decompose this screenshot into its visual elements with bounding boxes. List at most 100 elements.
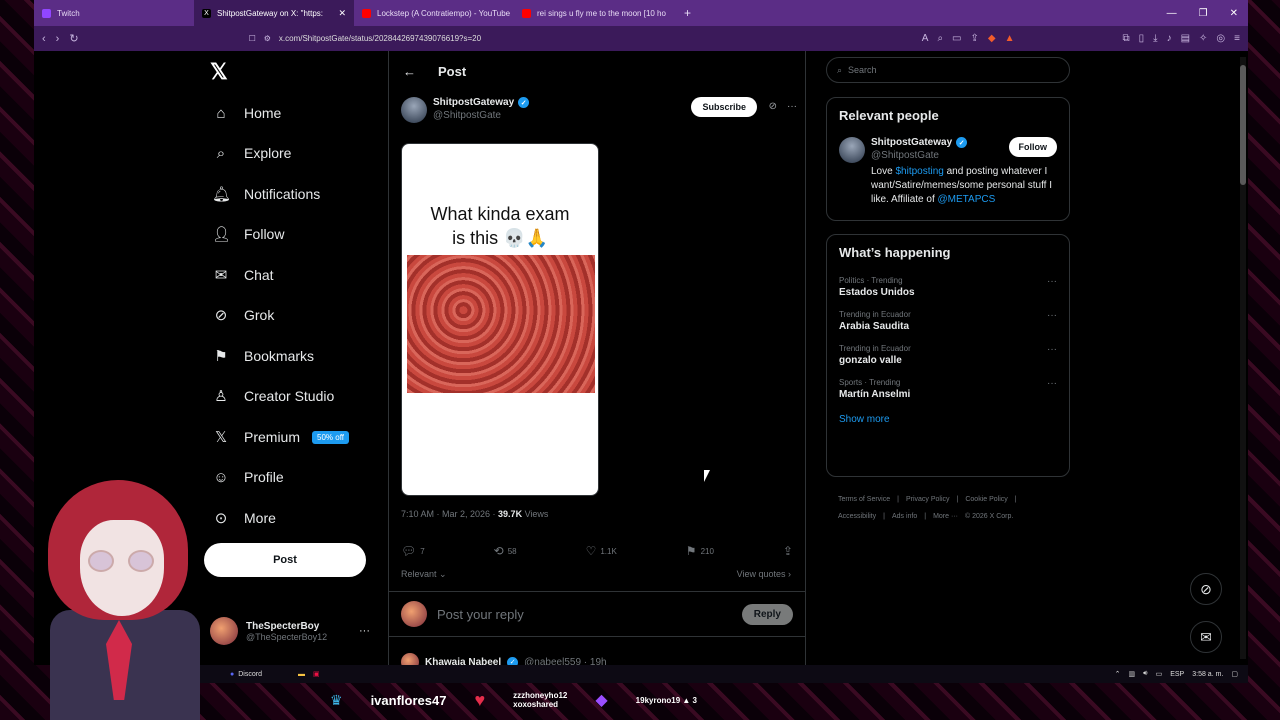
post-button[interactable]: Post	[204, 543, 366, 577]
tab-twitch[interactable]: Twitch	[34, 0, 194, 26]
tab-youtube-rei[interactable]: rei sings u fly me to the moon [10 ho	[514, 0, 674, 26]
menu-icon[interactable]: ≡	[1234, 33, 1240, 44]
nav-follow[interactable]: 👤︎ Follow	[212, 222, 284, 246]
extensions-icon[interactable]: ⧉	[1123, 33, 1130, 44]
footer-link[interactable]: Privacy Policy	[906, 496, 950, 503]
author-handle[interactable]: @ShitpostGate	[433, 110, 529, 121]
chevron-up-icon[interactable]: ⌃	[1115, 670, 1121, 678]
author-name[interactable]: ShitpostGateway	[433, 97, 514, 108]
scrollbar-thumb[interactable]	[1240, 65, 1246, 185]
cashtag-link[interactable]: $hitposting	[895, 166, 943, 177]
x-logo-icon[interactable]: 𝕏	[210, 59, 228, 85]
url-text[interactable]: x.com/ShitpostGate/status/20284426974390…	[279, 34, 481, 43]
trend-item[interactable]: Sports · Trending Martín Anselmi ···	[839, 378, 1057, 400]
vpn-icon[interactable]: ◎	[1216, 33, 1225, 44]
trend-item[interactable]: Trending in Ecuador Arabia Saudita ···	[839, 310, 1057, 332]
like-action[interactable]: ♡ 1.1K	[586, 544, 617, 558]
reply-input[interactable]: Post your reply	[437, 607, 524, 622]
nav-notifications[interactable]: 🔔︎ Notifications	[212, 182, 320, 206]
cast-icon[interactable]: ▭	[952, 33, 961, 44]
share-icon[interactable]: ⇪	[971, 33, 979, 44]
more-icon[interactable]: ···	[1047, 310, 1057, 321]
taskbar-files[interactable]: ▬	[298, 671, 305, 678]
nav-explore[interactable]: ⌕ Explore	[212, 141, 292, 165]
grok-float-button[interactable]: ⊘	[1190, 573, 1222, 605]
bookmark-page-icon[interactable]: ☐	[249, 34, 256, 43]
nav-premium[interactable]: 𝕏 Premium 50% off	[212, 425, 349, 449]
site-info-icon[interactable]: ⚙	[264, 34, 271, 43]
tab-x-post[interactable]: X ShitpostGateway on X: "https: ✕	[194, 0, 354, 26]
new-tab-button[interactable]: +	[674, 6, 701, 20]
taskbar-discord[interactable]: ● Discord	[230, 671, 262, 678]
sidebar-icon[interactable]: ▯	[1139, 33, 1145, 44]
account-switcher[interactable]: TheSpecterBoy @TheSpecterBoy12 ···	[210, 617, 370, 645]
show-more-link[interactable]: Show more	[839, 414, 1057, 425]
wallet-icon[interactable]: ▤	[1181, 33, 1190, 44]
forward-icon[interactable]: ›	[56, 33, 60, 45]
close-icon[interactable]: ✕	[338, 8, 346, 19]
back-icon[interactable]: ‹	[42, 33, 46, 45]
nav-grok[interactable]: ⊘ Grok	[212, 303, 275, 327]
url-field[interactable]: ☐ ⚙ x.com/ShitpostGate/status/2028442697…	[249, 34, 482, 43]
close-window-icon[interactable]: ✕	[1230, 8, 1238, 19]
battery-icon[interactable]: ▭	[1156, 670, 1163, 678]
nav-bookmarks[interactable]: ⚑ Bookmarks	[212, 344, 314, 368]
media-icon[interactable]: ♪	[1167, 33, 1172, 44]
post-time[interactable]: 7:10 AM · Mar 2, 2026 ·	[401, 509, 498, 519]
nav-more[interactable]: ⊙ More	[212, 506, 276, 530]
mention-link[interactable]: @METAPCS	[938, 194, 996, 205]
tab-youtube-lockstep[interactable]: Lockstep (A Contratiempo) - YouTube	[354, 0, 514, 26]
clock[interactable]: 3:58 a. m.	[1192, 671, 1223, 678]
author-name-row[interactable]: ShitpostGateway ✓	[433, 97, 530, 108]
brave-shield-icon[interactable]: ◆	[988, 33, 996, 44]
more-icon[interactable]: ···	[1047, 378, 1057, 389]
reply-sort-dropdown[interactable]: Relevant ⌄	[401, 569, 447, 580]
reply-item[interactable]: Khawaja Nabeel ✓ @nabeel559 · 19h	[401, 653, 607, 665]
trend-item[interactable]: Politics · Trending Estados Unidos ···	[839, 276, 1057, 298]
nav-home[interactable]: ⌂ Home	[212, 101, 281, 125]
subscribe-button[interactable]: Subscribe	[691, 97, 757, 117]
share-action[interactable]: ⇪	[783, 544, 793, 558]
footer-link[interactable]: Terms of Service	[838, 496, 890, 503]
avatar[interactable]	[839, 137, 865, 163]
reload-icon[interactable]: ↻	[69, 32, 78, 45]
more-icon[interactable]: ···	[1047, 276, 1057, 287]
post-media[interactable]: What kinda exam is this 💀🙏	[401, 143, 599, 496]
person-name[interactable]: ShitpostGateway	[871, 137, 952, 148]
translate-icon[interactable]: A	[922, 33, 929, 44]
nav-profile[interactable]: ☺ Profile	[212, 465, 283, 489]
minimize-icon[interactable]: —	[1167, 8, 1177, 19]
repost-action[interactable]: ⟲ 58	[494, 544, 517, 558]
input-language[interactable]: ESP	[1170, 671, 1184, 678]
nav-creator-studio[interactable]: ♙ Creator Studio	[212, 384, 334, 408]
author-avatar[interactable]	[401, 97, 427, 123]
reply-action[interactable]: 💬︎ 7	[401, 544, 425, 558]
footer-link[interactable]: Cookie Policy	[965, 496, 1007, 503]
relevant-person[interactable]: ShitpostGateway ✓ @ShitpostGate Love $hi…	[839, 137, 1057, 207]
more-icon[interactable]: ···	[787, 101, 797, 112]
footer-link[interactable]: Accessibility	[838, 513, 876, 520]
trend-item[interactable]: Trending in Ecuador gonzalo valle ···	[839, 344, 1057, 366]
leo-icon[interactable]: ✧	[1199, 33, 1207, 44]
downloads-icon[interactable]: ⤓	[1153, 33, 1157, 44]
rewards-icon[interactable]: ▲	[1005, 33, 1015, 44]
footer-link[interactable]: Ads info	[892, 513, 917, 520]
bookmark-action[interactable]: ⚑ 210	[686, 544, 714, 558]
messages-float-button[interactable]: ✉	[1190, 621, 1222, 653]
more-icon[interactable]: ···	[359, 625, 370, 637]
more-icon[interactable]: ···	[1047, 344, 1057, 355]
search-input[interactable]: ⌕ Search	[826, 57, 1070, 83]
notification-icon[interactable]: ▢	[1231, 670, 1238, 678]
view-quotes-link[interactable]: View quotes ›	[737, 569, 791, 579]
network-icon[interactable]: ▥	[1129, 670, 1136, 678]
footer-link[interactable]: More ···	[933, 513, 958, 520]
follow-button[interactable]: Follow	[1008, 137, 1057, 157]
volume-icon[interactable]: 🔊︎	[1143, 670, 1147, 678]
nav-chat[interactable]: ✉ Chat	[212, 263, 274, 287]
restore-icon[interactable]: ❐	[1199, 8, 1208, 19]
zoom-icon[interactable]: ⌕	[937, 33, 943, 44]
reply-author[interactable]: Khawaja Nabeel	[425, 657, 501, 666]
taskbar-app[interactable]: ▣	[313, 670, 320, 678]
back-arrow-icon[interactable]: ←	[403, 64, 416, 79]
reply-button[interactable]: Reply	[741, 603, 793, 625]
